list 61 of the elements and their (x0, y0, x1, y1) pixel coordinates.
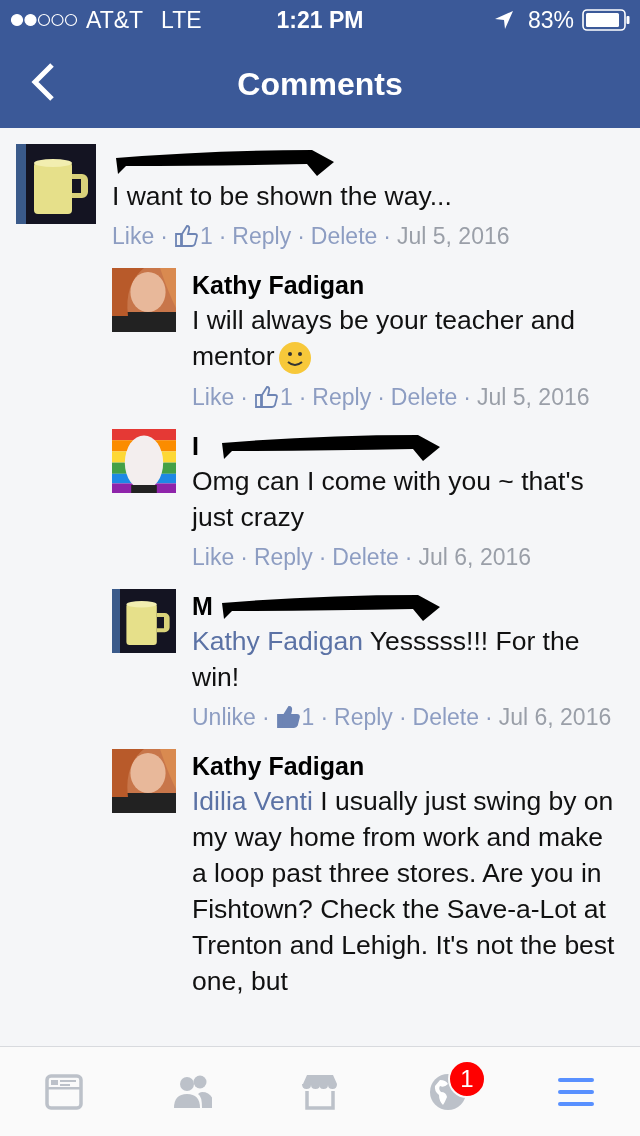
clock: 1:21 PM (276, 6, 364, 34)
author-name[interactable]: M (192, 589, 213, 623)
mention-link[interactable]: Kathy Fadigan (192, 626, 363, 656)
mention-link[interactable]: Idilia Venti (192, 786, 313, 816)
action-link[interactable]: Reply (253, 541, 313, 573)
action-link[interactable]: Delete (310, 220, 378, 252)
comment-date: Jul 5, 2016 (477, 383, 590, 412)
separator-dot: · (160, 222, 168, 251)
comment-text: I will always be your teacher and mentor (192, 302, 620, 375)
location-arrow-icon (493, 10, 514, 30)
carrier-label: AT&T (86, 6, 144, 34)
separator-dot: · (320, 703, 329, 732)
action-link[interactable]: Like (112, 220, 155, 252)
like-count: 1 (279, 383, 293, 412)
separator-dot: · (383, 222, 391, 251)
action-link[interactable]: Reply (312, 381, 372, 413)
battery-icon (582, 9, 630, 31)
separator-dot: · (298, 383, 307, 412)
comment-text: Omg can I come with you ~ that's just crazy (192, 465, 585, 534)
separator-dot: · (240, 383, 248, 412)
friends-icon (174, 1075, 212, 1108)
separator-dot: · (318, 543, 327, 572)
separator-dot: · (297, 222, 305, 251)
comment-date: Jul 5, 2016 (397, 222, 510, 251)
separator-dot: · (485, 703, 493, 732)
network-label: LTE (161, 6, 202, 34)
action-link[interactable]: Like (192, 381, 235, 413)
comment-date: Jul 6, 2016 (418, 543, 532, 572)
action-link[interactable]: Delete (390, 381, 458, 413)
smiley-icon (278, 341, 313, 375)
author-name[interactable]: I (192, 429, 199, 463)
separator-dot: · (377, 383, 385, 412)
action-link[interactable]: Delete (412, 701, 480, 733)
separator-dot: · (261, 703, 270, 732)
action-link[interactable]: Delete (332, 541, 399, 573)
menu-icon (558, 1077, 594, 1106)
comment-text: Idilia Venti I usually just swing by on my way home from work and make a loop past three stores. Are you in Fishtown? Check the Save-a-Lot at Trenton and Lehigh. It's not the best one, but (192, 785, 616, 998)
tab-button[interactable]: 1 (408, 1059, 488, 1124)
action-link[interactable]: Reply (232, 220, 292, 252)
like-count: 1 (301, 703, 315, 732)
battery-percent: 83% (527, 6, 574, 34)
comment-date: Jul 6, 2016 (498, 703, 612, 732)
separator-dot: · (240, 543, 248, 572)
comment-text: I want to be shown the way... (112, 180, 453, 213)
signal-icon (10, 13, 78, 27)
author-name[interactable]: Kathy Fadigan (192, 749, 365, 783)
separator-dot: · (463, 383, 471, 412)
notification-badge: 1 (448, 1059, 486, 1098)
action-link[interactable]: Like (192, 541, 235, 573)
comment-text: Kathy Fadigan Yesssss!!! For the win! (192, 625, 581, 694)
like-count: 1 (199, 222, 213, 251)
news-feed-icon (45, 1073, 83, 1110)
action-link[interactable]: Unlike (192, 701, 256, 733)
separator-dot: · (218, 222, 227, 251)
author-name[interactable]: Kathy Fadigan (192, 268, 365, 302)
action-link[interactable]: Reply (334, 701, 393, 733)
separator-dot: · (404, 543, 413, 572)
back-icon[interactable] (30, 62, 56, 102)
page-title: Comments (237, 65, 403, 103)
shop-icon (302, 1074, 337, 1110)
separator-dot: · (398, 703, 407, 732)
